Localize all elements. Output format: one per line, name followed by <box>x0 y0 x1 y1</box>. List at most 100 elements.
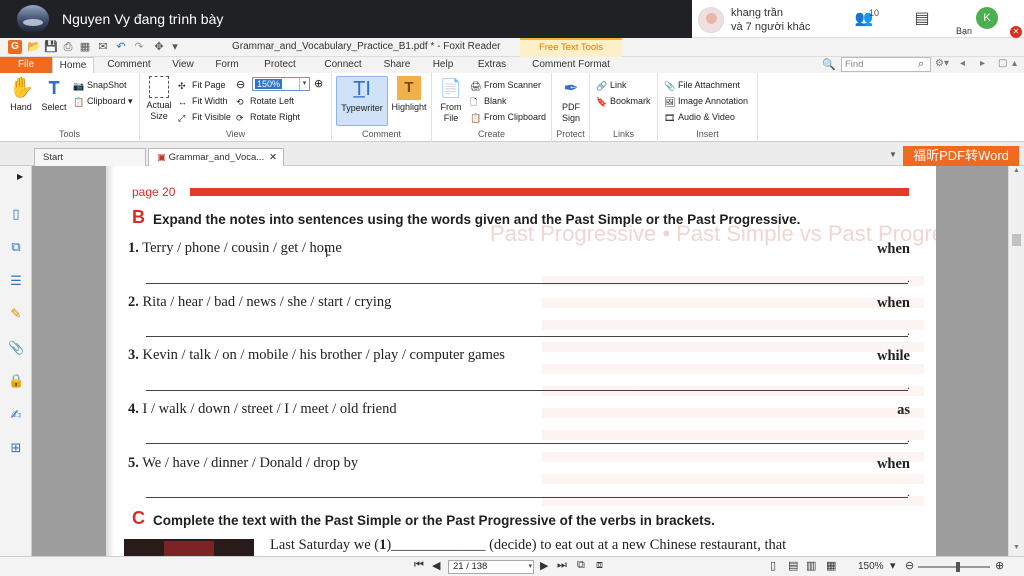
form-fields-icon[interactable]: ⊞ <box>8 440 24 456</box>
signature-icon[interactable]: ✍ <box>8 407 24 423</box>
answer-line-3[interactable] <box>146 390 908 391</box>
tab-current-document[interactable]: ▣ Grammar_and_Voca... ✕ <box>148 148 284 166</box>
tab-form[interactable]: Form <box>209 57 245 73</box>
two-page-icon[interactable]: ⧈ <box>596 559 603 572</box>
fit-width-button[interactable]: ↔ Fit Width <box>178 95 228 107</box>
next-result-icon[interactable]: ▸ <box>980 58 985 69</box>
pdf-page[interactable]: Past Progressive • Past Simple vs Past P… <box>106 166 936 556</box>
actual-size-button[interactable]: Actual Size <box>144 76 174 122</box>
answer-line-2[interactable] <box>146 336 908 337</box>
last-page-icon[interactable]: ⏭ <box>557 559 567 572</box>
chat-button[interactable]: ▤ <box>907 6 937 32</box>
tab-comment[interactable]: Comment <box>101 57 157 73</box>
page-number-field[interactable]: 21 / 138 ▾ <box>448 560 534 574</box>
context-tab-free-text-tools[interactable]: Free Text Tools <box>520 38 622 57</box>
customize-quick-access-icon[interactable]: ▾ <box>168 40 182 54</box>
expand-panel-icon[interactable]: ▶ <box>17 172 23 181</box>
from-scanner-button[interactable]: 🖨 From Scanner <box>470 79 541 91</box>
email-icon[interactable]: ✉ <box>96 40 110 54</box>
link-button[interactable]: 🔗 Link <box>596 79 627 91</box>
prev-result-icon[interactable]: ◂ <box>960 58 965 69</box>
convert-to-word-button[interactable]: 福昕PDF转Word <box>903 146 1019 166</box>
item-text: Kevin / talk / on / mobile / his brother… <box>142 347 505 363</box>
tab-help[interactable]: Help <box>428 57 458 73</box>
page-thumbnail-icon[interactable]: ▯ <box>8 206 24 222</box>
select-button[interactable]: 𝐓 Select <box>38 76 70 113</box>
rotate-left-button[interactable]: ⟲ Rotate Left <box>236 95 294 107</box>
from-file-button[interactable]: 📄 From File <box>436 76 466 124</box>
pdf-sign-button[interactable]: ✒ PDF Sign <box>556 76 586 124</box>
scroll-up-icon[interactable]: ▲ <box>1013 167 1020 174</box>
tab-start[interactable]: Start <box>34 148 146 166</box>
zoom-slider[interactable] <box>918 566 990 568</box>
next-page-icon[interactable]: ▶ <box>540 559 548 572</box>
zoom-status-dropdown-icon[interactable]: ▾ <box>890 559 896 572</box>
highlight-button[interactable]: T Highlight <box>390 76 428 113</box>
expand-icon[interactable]: ▢ <box>998 58 1007 69</box>
zoom-in-icon[interactable]: ⊕ <box>995 559 1004 572</box>
scrollbar-thumb[interactable] <box>1012 234 1021 246</box>
tab-view[interactable]: View <box>163 57 203 73</box>
zoom-dropdown-icon[interactable]: ▾ <box>299 78 309 90</box>
redo-icon[interactable]: ↷ <box>132 40 146 54</box>
answer-line-1[interactable] <box>146 283 908 284</box>
clipboard-button[interactable]: 📋 Clipboard ▾ <box>73 95 133 107</box>
foxit-logo-icon[interactable]: G <box>8 40 22 54</box>
find-options-icon[interactable]: 🔍 <box>822 58 836 71</box>
first-page-icon[interactable]: ⏮ <box>414 559 424 572</box>
tab-extras[interactable]: Extras <box>473 57 511 73</box>
document-view[interactable]: Past Progressive • Past Simple vs Past P… <box>32 166 1008 556</box>
image-annotation-button[interactable]: 🖼 Image Annotation <box>664 95 748 107</box>
hand-tool-icon[interactable]: ✥ <box>152 40 166 54</box>
continuous-facing-icon[interactable]: ▦ <box>826 559 836 572</box>
self-avatar[interactable]: K <box>976 7 998 29</box>
fit-page-button[interactable]: ✣ Fit Page <box>178 79 226 91</box>
ribbon-collapse-icon[interactable]: ▴ <box>1012 58 1017 69</box>
fit-visible-button[interactable]: ⤢ Fit Visible <box>178 111 231 123</box>
layers-icon[interactable]: ☰ <box>8 273 24 289</box>
zoom-combo[interactable]: 150% ▾ <box>252 77 310 91</box>
tab-home[interactable]: Home <box>52 57 94 74</box>
zoom-slider-thumb[interactable] <box>956 562 960 572</box>
snapshot-button[interactable]: 📷 SnapShot <box>73 79 127 91</box>
vertical-scrollbar[interactable]: ▲ ▼ <box>1008 166 1024 556</box>
properties-icon[interactable]: ▦ <box>78 40 92 54</box>
blank-button[interactable]: 🗋 Blank <box>470 95 507 107</box>
settings-icon[interactable]: ⚙▾ <box>935 58 949 69</box>
tab-protect[interactable]: Protect <box>256 57 304 73</box>
print-icon[interactable]: ⎙ <box>61 40 75 54</box>
hand-button[interactable]: ✋ Hand <box>6 76 36 113</box>
tab-file[interactable]: File <box>0 57 52 73</box>
tab-comment-format[interactable]: Comment Format <box>528 57 614 73</box>
open-icon[interactable]: 📂 <box>27 40 41 54</box>
attachments-icon[interactable]: 📎 <box>8 340 24 356</box>
answer-line-5[interactable] <box>146 497 908 498</box>
page-dropdown-icon[interactable]: ▾ <box>528 561 532 573</box>
zoom-in-icon[interactable]: ⊕ <box>314 78 323 90</box>
single-page-icon[interactable]: ▯ <box>770 559 776 572</box>
typewriter-button[interactable]: T̲I Typewriter <box>336 76 388 126</box>
from-clipboard-button[interactable]: 📋 From Clipboard <box>470 111 546 123</box>
save-icon[interactable]: 💾 <box>44 40 58 54</box>
pages-icon[interactable]: ⧉ <box>8 239 24 255</box>
zoom-out-icon[interactable]: ⊖ <box>905 559 914 572</box>
file-attachment-button[interactable]: 📎 File Attachment <box>664 79 740 91</box>
tab-share[interactable]: Share <box>378 57 416 73</box>
scroll-down-icon[interactable]: ▼ <box>1013 544 1020 551</box>
security-lock-icon[interactable]: 🔒 <box>8 373 24 389</box>
close-tab-icon[interactable]: ✕ <box>269 149 277 166</box>
search-icon[interactable]: ⌕ <box>918 58 924 71</box>
rotate-right-button[interactable]: ⟳ Rotate Right <box>236 111 300 123</box>
continuous-icon[interactable]: ▤ <box>788 559 798 572</box>
tab-connect[interactable]: Connect <box>318 57 368 73</box>
tab-list-dropdown-icon[interactable]: ▼ <box>889 150 897 159</box>
comments-icon[interactable]: ✎ <box>8 306 24 322</box>
facing-icon[interactable]: ▥ <box>806 559 816 572</box>
undo-icon[interactable]: ↶ <box>114 40 128 54</box>
zoom-out-icon[interactable]: ⊖ <box>236 79 245 91</box>
previous-page-icon[interactable]: ◀ <box>432 559 440 572</box>
audio-video-button[interactable]: 🎞 Audio & Video <box>664 111 735 123</box>
answer-line-4[interactable] <box>146 443 908 444</box>
bookmark-button[interactable]: 🔖 Bookmark <box>596 95 651 107</box>
page-view-icon[interactable]: ⧉ <box>577 559 585 572</box>
